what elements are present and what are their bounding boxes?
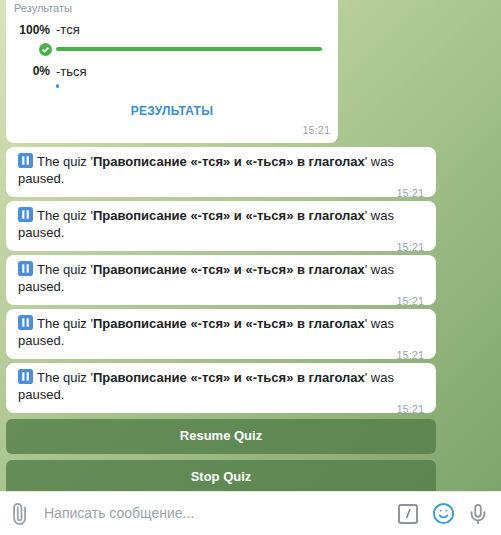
keyboard-button[interactable]: Stop Quiz [6, 460, 436, 492]
command-button[interactable]: / [398, 504, 418, 524]
message-text: The quiz 'Правописание «-тся» и «-ться» … [18, 207, 424, 241]
poll-option: 0% -ться [14, 62, 330, 89]
pause-icon [18, 369, 33, 384]
message-bubble: The quiz 'Правописание «-тся» и «-ться» … [6, 201, 436, 251]
poll-card: Результаты 100% -тся 0% -ться РЕЗУЛЬТАТЫ 15:21 [6, 0, 338, 143]
poll-bar [56, 84, 59, 88]
poll-percent: 0% [14, 62, 50, 80]
message-time: 15:21 [18, 349, 424, 361]
check-icon [39, 43, 52, 56]
message-text: The quiz 'Правописание «-тся» и «-ться» … [18, 369, 424, 403]
poll-label: -ться [56, 62, 87, 82]
message-text: The quiz 'Правописание «-тся» и «-ться» … [18, 153, 424, 187]
message-time: 15:21 [18, 187, 424, 199]
message-time: 15:21 [14, 122, 330, 139]
chat-window: Результаты 100% -тся 0% -ться РЕЗУЛЬТАТЫ 15:21… [0, 0, 501, 535]
results-button[interactable]: РЕЗУЛЬТАТЫ [14, 102, 330, 120]
message-time: 15:21 [18, 295, 424, 307]
poll-option: 100% -тся [14, 20, 330, 56]
message-bubble: The quiz 'Правописание «-тся» и «-ться» … [6, 309, 436, 359]
paperclip-icon[interactable] [3, 498, 34, 529]
message-bubble: The quiz 'Правописание «-тся» и «-ться» … [6, 147, 436, 197]
keyboard-button[interactable]: Resume Quiz [6, 419, 436, 454]
message-bubble: The quiz 'Правописание «-тся» и «-ться» … [6, 363, 436, 413]
poll-bar [56, 47, 322, 51]
message-input[interactable]: Написать сообщение... [34, 503, 398, 524]
pause-icon [18, 153, 33, 168]
message-time: 15:21 [18, 403, 424, 415]
message-time: 15:21 [18, 241, 424, 253]
poll-percent: 100% [14, 21, 50, 39]
pause-icon [18, 315, 33, 330]
message-text: The quiz 'Правописание «-тся» и «-ться» … [18, 315, 424, 349]
chat-background: Результаты 100% -тся 0% -ться РЕЗУЛЬТАТЫ 15:21… [0, 0, 501, 491]
microphone-icon[interactable] [467, 503, 489, 525]
poll-label: -тся [56, 20, 80, 40]
message-bubble: The quiz 'Правописание «-тся» и «-ться» … [6, 255, 436, 305]
poll-header: Результаты [14, 2, 330, 14]
message-text: The quiz 'Правописание «-тся» и «-ться» … [18, 261, 424, 295]
reply-keyboard: Resume Quiz Stop Quiz [6, 419, 436, 492]
pause-icon [18, 261, 33, 276]
input-bar: Написать сообщение.../ [0, 491, 501, 535]
emoji-icon[interactable] [432, 502, 455, 525]
pause-icon [18, 207, 33, 222]
